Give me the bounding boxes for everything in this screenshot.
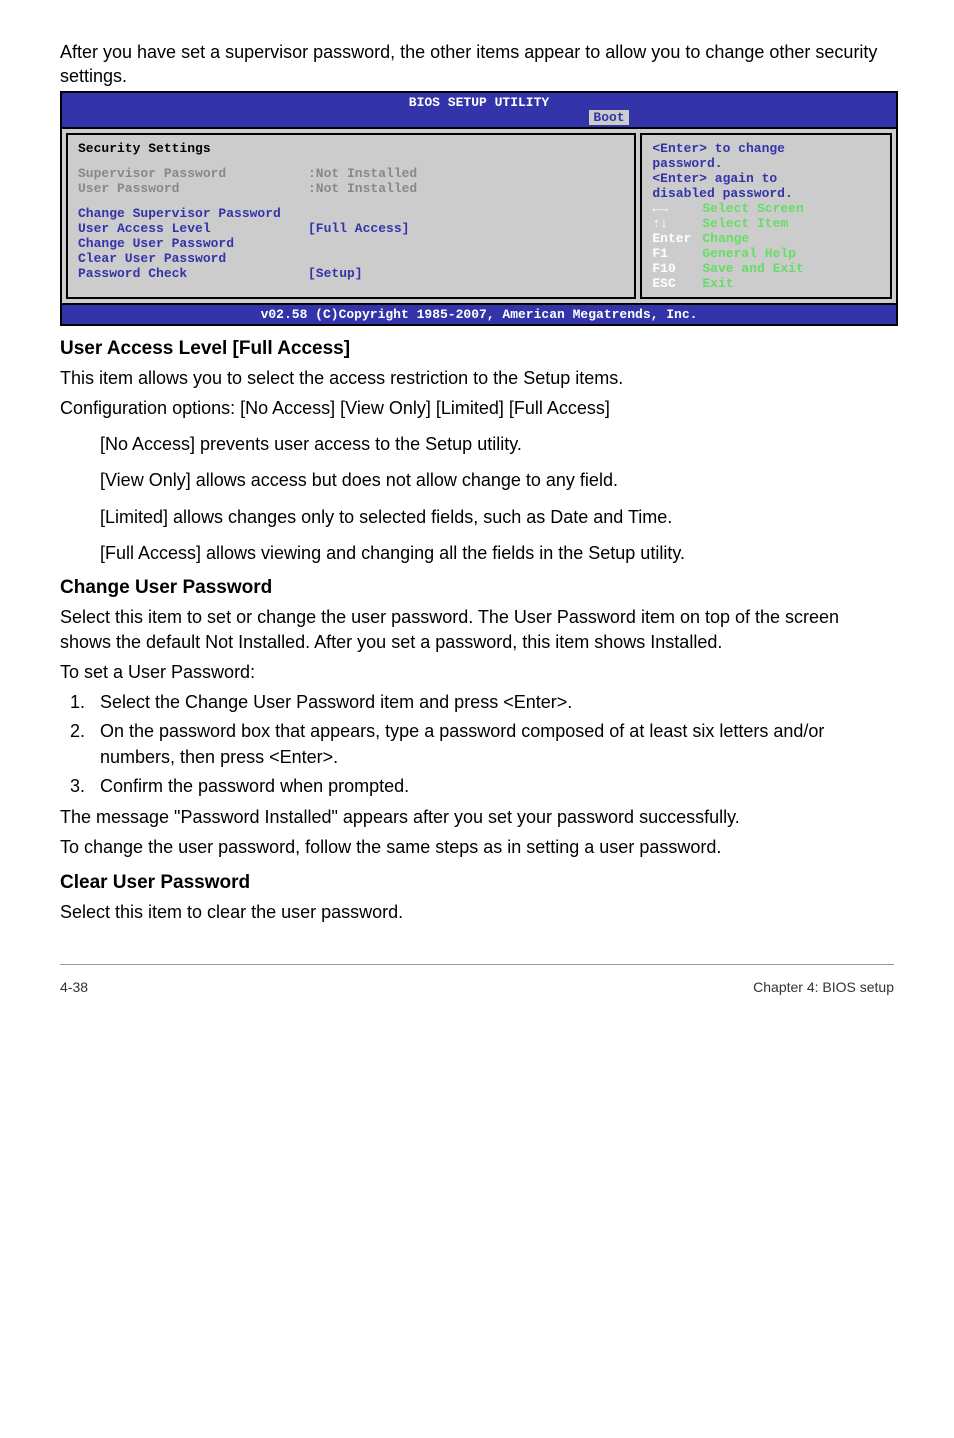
- row-user-password: User Password :Not Installed: [78, 181, 624, 196]
- bios-right-panel: <Enter> to change password. <Enter> agai…: [640, 133, 892, 299]
- arrows-ud-icon: ↑↓: [652, 216, 702, 231]
- cup-change-instruction: To change the user password, follow the …: [60, 835, 894, 859]
- ual-description-1: This item allows you to select the acces…: [60, 366, 894, 390]
- row-change-user-password: Change User Password: [78, 236, 624, 251]
- nav-select-screen: ←→Select Screen: [652, 201, 880, 216]
- nav-save-exit: F10Save and Exit: [652, 261, 880, 276]
- cup-step-1: Select the Change User Password item and…: [90, 690, 894, 715]
- ual-description-2: Configuration options: [No Access] [View…: [60, 396, 894, 420]
- bios-left-panel: Security Settings Supervisor Password :N…: [66, 133, 636, 299]
- cup-to-set: To set a User Password:: [60, 660, 894, 684]
- intro-paragraph: After you have set a supervisor password…: [60, 40, 894, 89]
- ual-option-full-access: [Full Access] allows viewing and changin…: [100, 541, 894, 565]
- nav-general-help: F1General Help: [652, 246, 880, 261]
- nav-select-item: ↑↓Select Item: [652, 216, 880, 231]
- security-settings-heading: Security Settings: [78, 141, 624, 156]
- cup-step-2: On the password box that appears, type a…: [90, 719, 894, 769]
- ual-option-no-access: [No Access] prevents user access to the …: [100, 432, 894, 456]
- bios-copyright-footer: v02.58 (C)Copyright 1985-2007, American …: [62, 303, 896, 324]
- bios-setup-window: BIOS SETUP UTILITY Boot Security Setting…: [60, 91, 898, 326]
- footer-rule: [60, 964, 894, 965]
- heading-user-access-level: User Access Level [Full Access]: [60, 338, 894, 360]
- page-number: 4-38: [60, 979, 88, 995]
- heading-clear-user-password: Clear User Password: [60, 872, 894, 894]
- cup-success-message: The message "Password Installed" appears…: [60, 805, 894, 829]
- bios-tab-bar: Boot: [62, 110, 896, 127]
- row-supervisor-password: Supervisor Password :Not Installed: [78, 166, 624, 181]
- bios-tab-boot: Boot: [589, 110, 628, 125]
- cup-step-3: Confirm the password when prompted.: [90, 774, 894, 799]
- bios-help-text: <Enter> to change password. <Enter> agai…: [652, 141, 880, 201]
- bios-nav-legend: ←→Select Screen ↑↓Select Item EnterChang…: [652, 201, 880, 291]
- row-user-access-level: User Access Level [Full Access]: [78, 221, 624, 236]
- row-password-check: Password Check [Setup]: [78, 266, 624, 281]
- nav-change: EnterChange: [652, 231, 880, 246]
- row-clear-user-password: Clear User Password: [78, 251, 624, 266]
- clear-description: Select this item to clear the user passw…: [60, 900, 894, 924]
- nav-exit: ESCExit: [652, 276, 880, 291]
- ual-option-view-only: [View Only] allows access but does not a…: [100, 468, 894, 492]
- cup-steps-list: Select the Change User Password item and…: [60, 690, 894, 799]
- ual-option-limited: [Limited] allows changes only to selecte…: [100, 505, 894, 529]
- cup-description: Select this item to set or change the us…: [60, 605, 894, 654]
- chapter-label: Chapter 4: BIOS setup: [753, 979, 894, 995]
- page-footer: 4-38 Chapter 4: BIOS setup: [60, 973, 894, 995]
- bios-title: BIOS SETUP UTILITY: [62, 93, 896, 110]
- arrows-lr-icon: ←→: [652, 201, 702, 216]
- heading-change-user-password: Change User Password: [60, 577, 894, 599]
- row-change-supervisor-password: Change Supervisor Password: [78, 206, 624, 221]
